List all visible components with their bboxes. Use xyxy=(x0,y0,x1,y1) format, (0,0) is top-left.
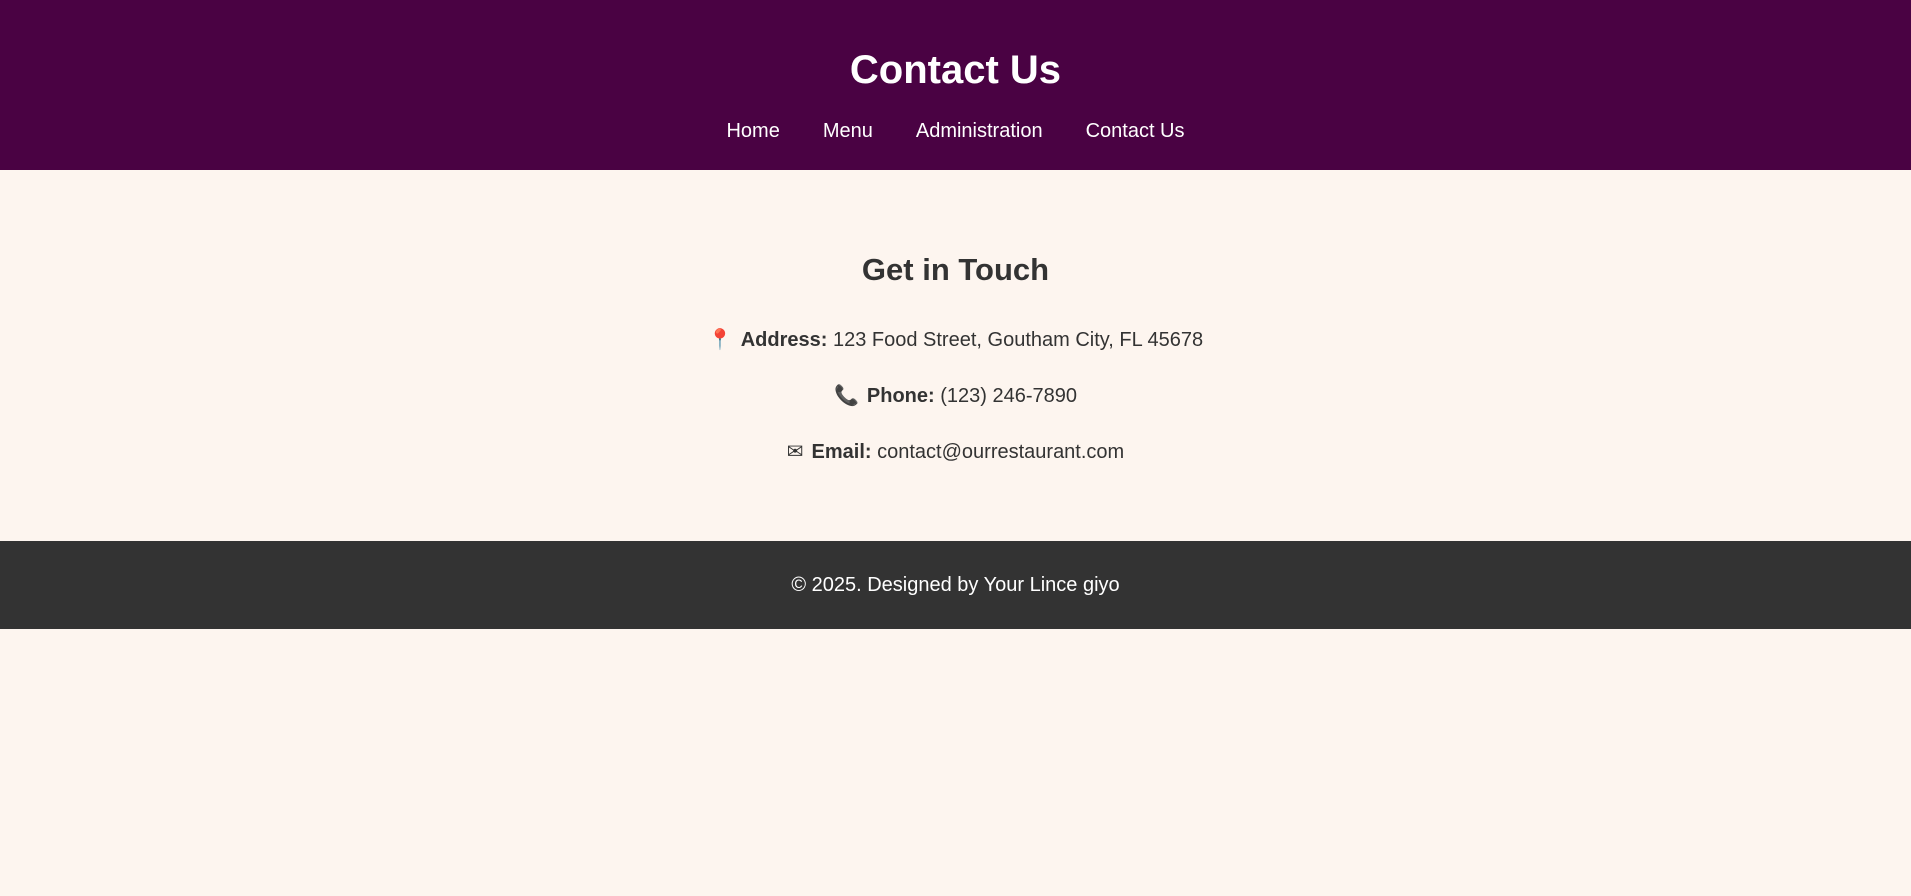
pushpin-icon: 📍 xyxy=(707,329,733,351)
contact-section: Get in Touch 📍 Address: 123 Food Street, … xyxy=(0,170,1911,541)
address-value: 123 Food Street, Goutham City, FL 45678 xyxy=(832,329,1204,351)
email-row: ✉ Email: contact@ourrestaurant.com xyxy=(0,439,1911,464)
address-row: 📍 Address: 123 Food Street, Goutham City,… xyxy=(0,327,1911,352)
phone-value: (123) 246-7890 xyxy=(940,385,1078,407)
phone-label: Phone: xyxy=(866,385,935,407)
email-label: Email: xyxy=(811,441,872,463)
nav-administration[interactable]: Administration xyxy=(916,120,1043,143)
envelope-icon: ✉ xyxy=(786,441,804,463)
section-heading: Get in Touch xyxy=(861,252,1050,287)
main-nav: Home Menu Administration Contact Us xyxy=(0,120,1911,143)
footer-text: © 2025. Designed by Your Lince giyo xyxy=(791,574,1120,596)
address-label: Address: xyxy=(740,329,828,351)
page-title: Contact Us xyxy=(849,48,1062,92)
phone-row: 📞 Phone: (123) 246-7890 xyxy=(0,383,1911,408)
nav-home[interactable]: Home xyxy=(726,120,779,143)
phone-icon: 📞 xyxy=(833,385,859,407)
site-footer: © 2025. Designed by Your Lince giyo xyxy=(0,541,1911,629)
email-value: contact@ourrestaurant.com xyxy=(877,441,1125,463)
nav-contact-us[interactable]: Contact Us xyxy=(1086,120,1185,143)
nav-menu[interactable]: Menu xyxy=(823,120,873,143)
site-header: Contact Us Home Menu Administration Cont… xyxy=(0,0,1911,170)
